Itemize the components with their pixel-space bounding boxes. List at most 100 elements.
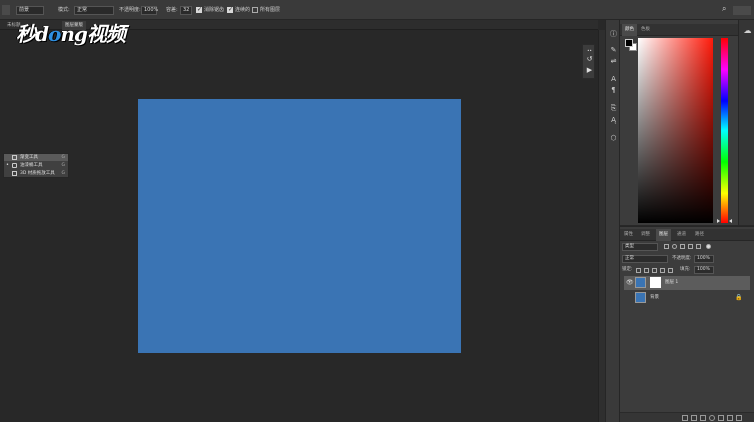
layer-thumbnail — [635, 292, 646, 303]
layer-filter-row: 类型 — [620, 242, 754, 253]
layer-lock-icon: 🔒 — [735, 294, 743, 301]
visibility-eye-icon[interactable]: 👁 — [626, 279, 634, 286]
cloud-library-icon[interactable]: ☁ — [742, 26, 753, 36]
hue-slider[interactable] — [721, 38, 728, 223]
link-layers-icon[interactable] — [682, 415, 688, 421]
paint-bucket-icon — [12, 163, 17, 168]
layer-row[interactable]: 背景 🔒 — [624, 291, 750, 305]
filter-smart-object-icon[interactable] — [696, 244, 701, 249]
tab-swatches[interactable]: 色板 — [638, 24, 653, 36]
info-icon[interactable]: ⓘ — [608, 29, 619, 39]
layer-row[interactable]: 👁 图层 1 — [624, 276, 750, 290]
layer-opacity-label: 不透明度: — [672, 256, 692, 261]
layer-thumbnail — [635, 277, 646, 288]
all-layers-label: 所有图层 — [260, 7, 281, 13]
collapsed-panel-strip: •• ↺ ▶ — [582, 44, 595, 79]
tool-preset-icon[interactable] — [2, 5, 10, 15]
layers-panel-tabs: 属性 调整 图层 通道 路径 — [620, 229, 754, 241]
brush-settings-icon[interactable]: ✎ — [608, 45, 619, 55]
contiguous-checkbox[interactable] — [227, 6, 233, 13]
layer-mask-thumbnail[interactable] — [650, 277, 661, 288]
new-adjustment-icon[interactable] — [709, 415, 715, 421]
lock-fill-row: 锁定: 填充: 100% — [620, 265, 754, 276]
glyphs-icon[interactable]: Ą — [608, 115, 619, 125]
clone-source-icon[interactable]: ⎘ — [608, 103, 619, 113]
lock-artboard-icon[interactable] — [660, 268, 665, 273]
document-canvas[interactable] — [138, 99, 461, 353]
flyout-item-paint-bucket[interactable]: • 油漆桶工具 G — [4, 162, 68, 169]
current-tool-marker: • — [6, 162, 9, 168]
3d-icon[interactable]: ⬡ — [608, 133, 619, 143]
color-panel-tabs: 颜色 色板 — [620, 24, 754, 36]
mode-label: 模式: — [58, 7, 70, 13]
blend-opacity-row: 正常 不透明度: 100% — [620, 254, 754, 265]
paragraph-icon[interactable]: ¶ — [608, 85, 619, 95]
mode-select[interactable]: 正常 — [74, 6, 114, 15]
history-icon[interactable]: ↺ — [585, 55, 594, 64]
opacity-label: 不透明度: — [119, 7, 141, 13]
filter-toggle-icon[interactable] — [706, 244, 711, 249]
layer-name: 图层 1 — [665, 280, 679, 285]
watermark-text-b: ng视频 — [60, 22, 126, 46]
blend-mode-select[interactable]: 正常 — [622, 255, 668, 263]
play-action-icon[interactable]: ▶ — [585, 66, 594, 75]
watermark-logo: 秒dong视频 — [16, 18, 126, 47]
tab-adjustments[interactable]: 调整 — [638, 229, 653, 241]
all-layers-checkbox[interactable] — [252, 7, 258, 13]
flyout-item-gradient[interactable]: 渐变工具 G — [4, 154, 68, 161]
foreground-background-swatches[interactable] — [625, 39, 639, 53]
layer-style-icon[interactable] — [691, 415, 697, 421]
shortcut-key: G — [61, 155, 66, 160]
watermark-text-a: 秒d — [16, 22, 49, 46]
fill-input[interactable]: 100% — [694, 266, 714, 274]
lock-all-icon[interactable] — [668, 268, 673, 273]
foreground-color-swatch[interactable] — [625, 39, 633, 47]
hue-slider-handle-right[interactable] — [729, 219, 732, 223]
layer-filter-select[interactable]: 类型 — [622, 243, 658, 251]
tab-layers[interactable]: 图层 — [656, 229, 671, 241]
hue-slider-handle-left[interactable] — [717, 219, 720, 223]
new-group-icon[interactable] — [718, 415, 724, 421]
search-icon[interactable]: ⌕ — [722, 5, 726, 13]
layer-name: 背景 — [650, 295, 659, 300]
tolerance-input[interactable]: 32 — [180, 6, 192, 15]
lock-image-icon[interactable] — [644, 268, 649, 273]
layer-opacity-input[interactable]: 100% — [694, 255, 714, 263]
delete-layer-icon[interactable] — [736, 415, 742, 421]
canvas-vertical-scrollbar[interactable] — [598, 30, 605, 422]
filter-shape-icon[interactable] — [688, 244, 693, 249]
gradient-tool-icon — [12, 155, 17, 160]
contiguous-label: 连续的 — [235, 7, 251, 13]
lock-transparent-icon[interactable] — [636, 268, 641, 273]
shortcut-key: G — [61, 171, 66, 176]
tab-color[interactable]: 颜色 — [622, 24, 637, 36]
tolerance-label: 容差: — [166, 7, 178, 13]
tab-properties[interactable]: 属性 — [621, 229, 636, 241]
watermark-o: o — [47, 22, 61, 46]
filter-type-icon[interactable] — [680, 244, 685, 249]
tab-channels[interactable]: 通道 — [674, 229, 689, 241]
filter-pixel-icon[interactable] — [664, 244, 669, 249]
tab-paths[interactable]: 路径 — [692, 229, 707, 241]
antialias-label: 消除锯齿 — [204, 7, 225, 13]
tool-flyout-menu: 渐变工具 G • 油漆桶工具 G 3D 材质拖放工具 G — [3, 153, 69, 178]
panel-grip-icon: •• — [587, 48, 592, 53]
new-layer-icon[interactable] — [727, 415, 733, 421]
layers-panel-footer — [620, 412, 754, 422]
antialias-checkbox[interactable] — [196, 6, 202, 13]
lock-position-icon[interactable] — [652, 268, 657, 273]
add-mask-icon[interactable] — [700, 415, 706, 421]
filter-adjustment-icon[interactable] — [672, 244, 677, 249]
character-icon[interactable]: A — [608, 74, 619, 84]
options-bar: 前景 模式: 正常 不透明度: 100% 容差: 32 消除锯齿 连续的 所有图… — [0, 0, 754, 20]
3d-material-drop-icon — [12, 171, 17, 176]
opacity-input[interactable]: 100% — [141, 6, 158, 15]
flyout-item-3d-material-drop[interactable]: 3D 材质拖放工具 G — [4, 170, 68, 177]
fill-label: 填充: — [680, 267, 691, 272]
color-spectrum-field[interactable] — [638, 38, 713, 223]
panel-icon-column: ⓘ ✎ ⇌ A ¶ ⎘ Ą ⬡ — [605, 20, 620, 422]
adjustments-icon[interactable]: ⇌ — [608, 56, 619, 66]
color-panel: 颜色 色板 — [620, 20, 754, 225]
workspace-icon[interactable] — [733, 6, 751, 15]
fill-source-select[interactable]: 前景 — [16, 6, 44, 15]
